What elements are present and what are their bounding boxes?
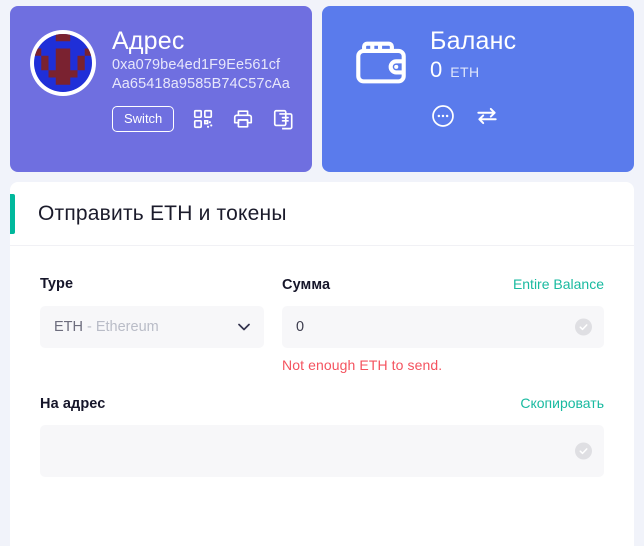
- balance-card-actions: [430, 103, 516, 129]
- printer-icon: [234, 110, 253, 128]
- to-address-field-header: На адрес Скопировать: [40, 395, 604, 413]
- to-address-field: На адрес Скопировать: [40, 395, 604, 477]
- type-selected-symbol: ETH: [54, 319, 83, 335]
- wallet-icon-wrap: [348, 34, 414, 92]
- chevron-down-icon: [238, 323, 250, 331]
- balance-card-title: Баланс: [430, 27, 517, 55]
- swap-button[interactable]: [474, 103, 500, 129]
- address-card: Адрес 0xa079be4ed1F9Ee561cf Aa65418a9585…: [10, 6, 312, 172]
- type-amount-row: Type ETH - Ethereum Сумма Entire Balance…: [40, 276, 604, 373]
- check-circle-icon: [575, 442, 592, 460]
- balance-unit: ETH: [450, 64, 480, 80]
- amount-field-header: Сумма Entire Balance: [282, 276, 604, 294]
- address-line-2: Aa65418a9585B74C57cAa: [112, 76, 290, 92]
- accent-bar: [10, 194, 15, 234]
- address-card-body: Адрес 0xa079be4ed1F9Ee561cf Aa65418a9585…: [112, 24, 294, 132]
- check-circle-icon: [575, 318, 592, 336]
- qr-code-icon: [194, 109, 213, 129]
- identicon-avatar: [34, 34, 92, 92]
- copy-icon: [274, 109, 293, 130]
- avatar: [30, 30, 96, 96]
- more-options-icon: [432, 105, 454, 127]
- type-select[interactable]: ETH - Ethereum: [40, 306, 264, 348]
- balance-card-body: Баланс 0 ETH: [430, 24, 516, 129]
- to-address-label: На адрес: [40, 396, 106, 412]
- address-card-title: Адрес: [112, 27, 185, 55]
- type-label: Type: [40, 276, 74, 292]
- wallet-page: Адрес 0xa079be4ed1F9Ee561cf Aa65418a9585…: [0, 0, 644, 546]
- entire-balance-link[interactable]: Entire Balance: [513, 276, 604, 292]
- amount-field: Сумма Entire Balance Not enough ETH to s…: [282, 276, 604, 373]
- show-qr-button[interactable]: [192, 108, 214, 130]
- address-line-1: 0xa079be4ed1F9Ee561cf: [112, 57, 281, 73]
- balance-amount-row: 0 ETH: [430, 57, 516, 83]
- print-button[interactable]: [232, 108, 254, 130]
- send-panel-header: Отправить ETH и токены: [10, 182, 634, 246]
- more-options-button[interactable]: [430, 103, 456, 129]
- type-field-header: Type: [40, 276, 264, 294]
- summary-cards: Адрес 0xa079be4ed1F9Ee561cf Aa65418a9585…: [0, 6, 644, 172]
- address-card-actions: Switch: [112, 106, 294, 132]
- copy-link[interactable]: Скопировать: [520, 395, 604, 411]
- balance-value: 0: [430, 57, 443, 82]
- amount-label: Сумма: [282, 277, 331, 293]
- to-address-input-wrap[interactable]: [40, 425, 604, 477]
- send-panel: Отправить ETH и токены Type ETH - Ethere…: [10, 182, 634, 546]
- switch-account-button[interactable]: Switch: [112, 106, 175, 132]
- amount-input[interactable]: [296, 306, 590, 348]
- amount-input-wrap[interactable]: [282, 306, 604, 348]
- wallet-icon: [356, 41, 406, 84]
- balance-card: Баланс 0 ETH: [322, 6, 634, 172]
- send-form: Type ETH - Ethereum Сумма Entire Balance…: [10, 246, 634, 477]
- swap-arrows-icon: [477, 107, 497, 125]
- send-panel-title: Отправить ETH и токены: [38, 201, 287, 225]
- to-address-input[interactable]: [54, 425, 590, 477]
- to-address-row: На адрес Скопировать: [40, 395, 604, 477]
- amount-error-message: Not enough ETH to send.: [282, 357, 443, 373]
- copy-address-button[interactable]: [272, 108, 294, 130]
- type-field: Type ETH - Ethereum: [40, 276, 264, 373]
- type-selected-name: - Ethereum: [87, 319, 159, 335]
